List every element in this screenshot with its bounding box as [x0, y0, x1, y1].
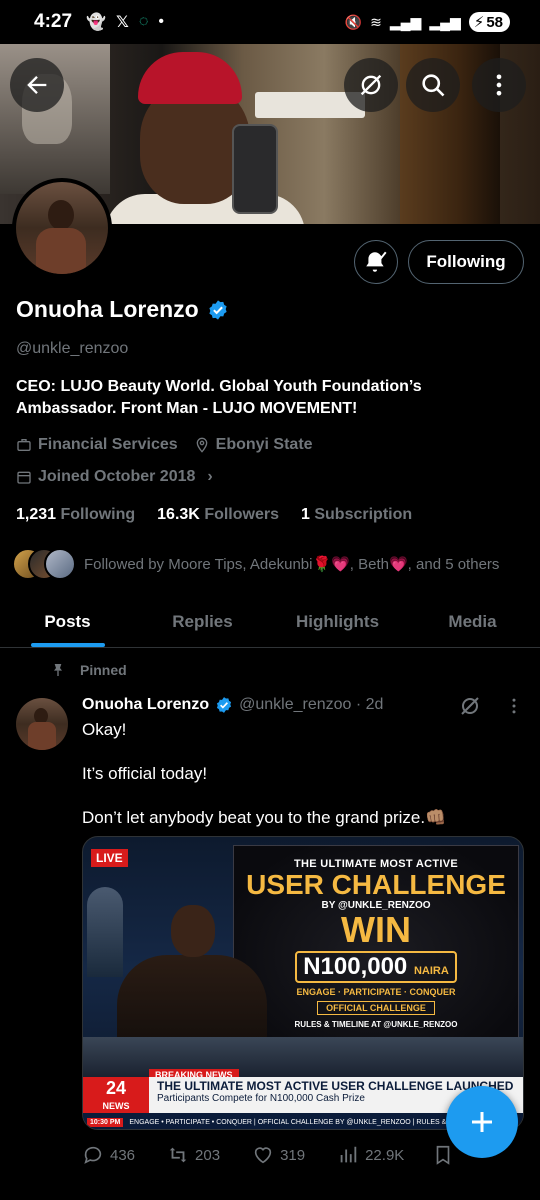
grok-icon — [360, 74, 382, 96]
profile-category[interactable]: Financial Services — [38, 436, 178, 454]
repost-icon — [169, 1147, 187, 1163]
signal-icon-2: ▂▄▆ — [429, 13, 461, 30]
heart-icon — [254, 1147, 272, 1164]
compose-post-button[interactable] — [446, 1086, 518, 1158]
mute-icon: 🔇 — [344, 13, 363, 30]
profile-stats: 1,231 Following 16.3K Followers 1 Subscr… — [16, 506, 412, 524]
plus-icon — [472, 1112, 492, 1132]
snapchat-icon: 👻 — [86, 14, 106, 31]
following-stat[interactable]: 1,231 Following — [16, 506, 135, 524]
challenge-board: THE ULTIMATE MOST ACTIVE USER CHALLENGE … — [233, 845, 519, 1065]
post-actions: 436 203 319 22.9K — [82, 1144, 454, 1166]
profile-name-row: Onuoha Lorenzo — [16, 296, 229, 323]
more-options-button[interactable] — [472, 58, 526, 112]
back-arrow-icon — [27, 76, 47, 94]
sync-icon: ◌ — [138, 13, 149, 30]
bookmark-icon — [436, 1145, 450, 1165]
more-vertical-icon — [512, 698, 516, 714]
tab-highlights[interactable]: Highlights — [270, 596, 405, 647]
search-icon — [422, 74, 445, 97]
post-text-line: It’s official today! — [82, 764, 208, 783]
tab-replies[interactable]: Replies — [135, 596, 270, 647]
tab-posts[interactable]: Posts — [0, 596, 135, 647]
profile-handle: @unkle_renzoo — [16, 340, 129, 357]
followers-stat[interactable]: 16.3K Followers — [157, 506, 279, 524]
followed-by-row[interactable]: Followed by Moore Tips, Adekunbi🌹💗, Beth… — [12, 548, 499, 580]
profile-avatar[interactable] — [12, 178, 112, 278]
views-button[interactable]: 22.9K — [337, 1144, 404, 1166]
views-chart-icon — [340, 1146, 357, 1163]
pinned-label: Pinned — [80, 662, 127, 678]
post-author-name[interactable]: Onuoha Lorenzo — [82, 696, 209, 714]
live-badge: LIVE — [91, 849, 128, 867]
profile-location: Ebonyi State — [215, 436, 313, 453]
grok-post-button[interactable] — [458, 694, 482, 723]
profile-joined: Joined October 2018 — [38, 468, 196, 485]
tab-media[interactable]: Media — [405, 596, 540, 647]
post-text-line: Okay! — [82, 720, 127, 739]
avatar — [44, 548, 76, 580]
bookmark-button[interactable] — [432, 1144, 454, 1166]
briefcase-icon — [17, 439, 31, 451]
post-more-button[interactable] — [504, 696, 524, 721]
post-meta: @unkle_renzoo · 2d — [239, 696, 384, 713]
pin-icon — [54, 664, 62, 676]
post-header: Onuoha Lorenzo @unkle_renzoo · 2d — [82, 696, 383, 714]
chevron-right-icon: › — [207, 468, 213, 485]
battery-indicator: ⚡ 58 — [468, 12, 510, 32]
dot-icon: • — [158, 13, 164, 30]
bell-check-icon — [366, 251, 387, 272]
post-text-line: Don’t let anybody beat you to the grand … — [82, 808, 447, 827]
followed-by-avatars — [12, 548, 76, 580]
grok-button[interactable] — [344, 58, 398, 112]
status-bar: 4:27 👻 𝕏 ◌ • 🔇 ≋ ▂▄▆ ▂▄▆ ⚡ 58 — [0, 0, 540, 44]
back-button[interactable] — [10, 58, 64, 112]
profile-tabs: Posts Replies Highlights Media — [0, 596, 540, 648]
post-media-image[interactable]: LIVE THE ULTIMATE MOST ACTIVE USER CHALL… — [82, 836, 524, 1130]
profile-name: Onuoha Lorenzo — [16, 296, 199, 322]
calendar-icon — [17, 471, 31, 484]
verified-badge-icon — [215, 696, 233, 714]
reply-button[interactable]: 436 — [82, 1144, 135, 1166]
subscriptions-stat[interactable]: 1 Subscription — [301, 506, 412, 524]
profile-joined-row[interactable]: Joined October 2018 › — [16, 468, 213, 486]
profile-meta-row: Financial Services Ebonyi State — [16, 436, 313, 454]
reply-icon — [84, 1146, 102, 1164]
status-time: 4:27 — [34, 11, 73, 32]
repost-button[interactable]: 203 — [167, 1144, 220, 1166]
location-pin-icon — [196, 437, 207, 453]
wifi-icon: ≋ — [370, 13, 382, 30]
search-button[interactable] — [406, 58, 460, 112]
signal-icon: ▂▄▆ — [389, 13, 422, 30]
x-app-icon: 𝕏 — [115, 14, 129, 31]
following-button[interactable]: Following — [408, 240, 524, 284]
like-button[interactable]: 319 — [252, 1144, 305, 1166]
more-vertical-icon — [496, 74, 502, 96]
verified-badge-icon[interactable] — [207, 299, 229, 321]
grok-icon — [461, 697, 479, 715]
profile-bio: CEO: LUJO Beauty World. Global Youth Fou… — [16, 378, 422, 417]
followed-by-text: Followed by Moore Tips, Adekunbi🌹💗, Beth… — [84, 556, 500, 573]
pinned-indicator: Pinned — [50, 662, 127, 678]
notifications-bell-button[interactable] — [354, 240, 398, 284]
post-author-avatar[interactable] — [16, 698, 68, 750]
